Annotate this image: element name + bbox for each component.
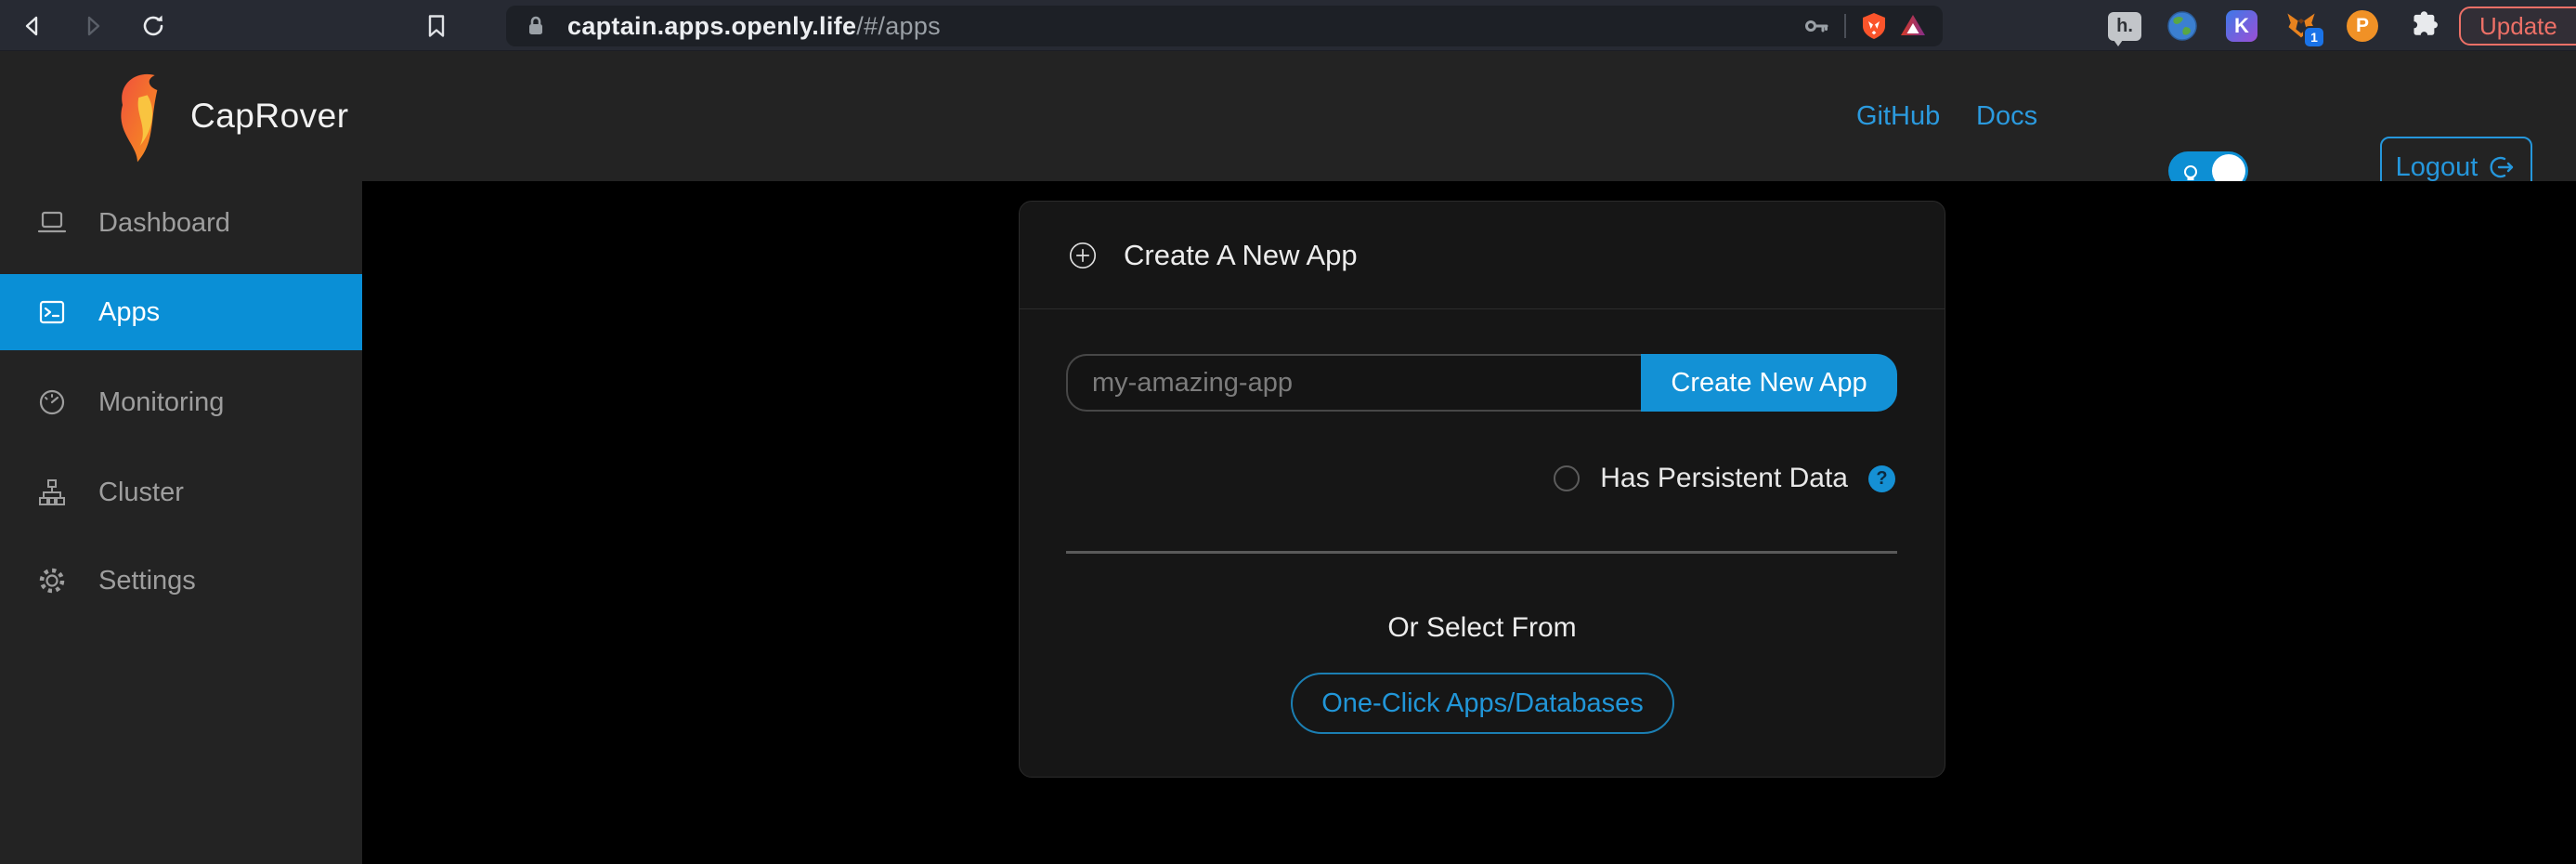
persistent-data-label: Has Persistent Data	[1600, 463, 1848, 494]
card-body-divider	[1066, 551, 1897, 554]
kebab-menu-icon[interactable]: ⋮	[2572, 12, 2576, 41]
polkadot-extension-icon[interactable]: P	[2344, 7, 2381, 45]
highlighter-label: h.	[2116, 16, 2133, 37]
lock-icon	[521, 11, 551, 41]
sidebar: Dashboard Apps Monitoring Cluster Settin	[0, 181, 362, 864]
url-host: captain.apps.openly.life	[567, 12, 856, 40]
sidebar-item-label: Settings	[98, 566, 196, 596]
new-app-input-row: Create New App	[1066, 354, 1897, 412]
cluster-icon	[37, 478, 67, 507]
metamask-badge: 1	[2303, 26, 2325, 48]
browser-toolbar: captain.apps.openly.life/#/apps h. K	[0, 0, 2576, 51]
url-bar-divider	[1844, 14, 1846, 38]
create-app-card: Create A New App Create New App Has Pers…	[1019, 201, 1945, 778]
logout-label: Logout	[2396, 152, 2478, 183]
gauge-icon	[37, 387, 67, 417]
terminal-icon	[37, 297, 67, 327]
main-content: Create A New App Create New App Has Pers…	[362, 181, 2576, 864]
brand-title: CapRover	[190, 51, 349, 181]
extensions-puzzle-icon[interactable]	[2403, 7, 2440, 45]
sidebar-item-monitoring[interactable]: Monitoring	[0, 364, 362, 440]
bat-rewards-icon[interactable]	[1898, 11, 1928, 41]
keplr-label: K	[2234, 14, 2249, 38]
card-title: Create A New App	[1124, 239, 1358, 272]
sidebar-item-label: Apps	[98, 297, 160, 328]
or-select-text: Or Select From	[1020, 612, 1945, 644]
github-link[interactable]: GitHub	[1856, 51, 1940, 181]
gear-icon	[37, 566, 67, 596]
sidebar-item-label: Monitoring	[98, 387, 224, 418]
bookmark-icon[interactable]	[418, 7, 455, 45]
sidebar-item-label: Cluster	[98, 478, 184, 508]
forward-icon[interactable]	[74, 7, 111, 45]
polkadot-label: P	[2356, 15, 2369, 37]
caprover-logo	[100, 68, 175, 169]
url-path: /#/apps	[856, 12, 941, 40]
sidebar-item-dashboard[interactable]: Dashboard	[0, 185, 362, 261]
logout-icon	[2487, 152, 2517, 182]
one-click-apps-button[interactable]: One-Click Apps/Databases	[1291, 673, 1674, 734]
sidebar-item-settings[interactable]: Settings	[0, 543, 362, 619]
highlighter-extension-icon[interactable]: h.	[2106, 7, 2143, 45]
update-label: Update	[2479, 12, 2557, 41]
brave-shield-icon[interactable]	[1859, 11, 1889, 41]
plus-circle-icon	[1068, 241, 1098, 270]
app-header: CapRover GitHub Docs Logout	[0, 51, 2576, 181]
globe-extension-icon[interactable]	[2164, 7, 2201, 45]
sidebar-item-label: Dashboard	[98, 208, 230, 239]
help-icon[interactable]: ?	[1868, 465, 1895, 492]
app-name-input[interactable]	[1066, 354, 1641, 412]
url-bar[interactable]: captain.apps.openly.life/#/apps	[506, 6, 1943, 46]
metamask-extension-icon[interactable]: 1	[2283, 7, 2320, 45]
persistent-data-row: Has Persistent Data ?	[1554, 458, 1895, 499]
screen: captain.apps.openly.life/#/apps h. K	[0, 0, 2576, 864]
docs-link[interactable]: Docs	[1976, 51, 2037, 181]
back-icon[interactable]	[14, 7, 51, 45]
url-text: captain.apps.openly.life/#/apps	[567, 12, 941, 41]
reload-icon[interactable]	[135, 7, 172, 45]
sidebar-item-apps[interactable]: Apps	[0, 274, 362, 350]
persistent-data-checkbox[interactable]	[1554, 465, 1580, 491]
key-icon[interactable]	[1802, 11, 1831, 41]
browser-update-button[interactable]: Update ⋮	[2459, 7, 2576, 46]
laptop-icon	[37, 208, 67, 238]
create-new-app-button[interactable]: Create New App	[1641, 354, 1897, 412]
sidebar-item-cluster[interactable]: Cluster	[0, 454, 362, 530]
keplr-extension-icon[interactable]: K	[2223, 7, 2260, 45]
card-header: Create A New App	[1020, 202, 1945, 309]
